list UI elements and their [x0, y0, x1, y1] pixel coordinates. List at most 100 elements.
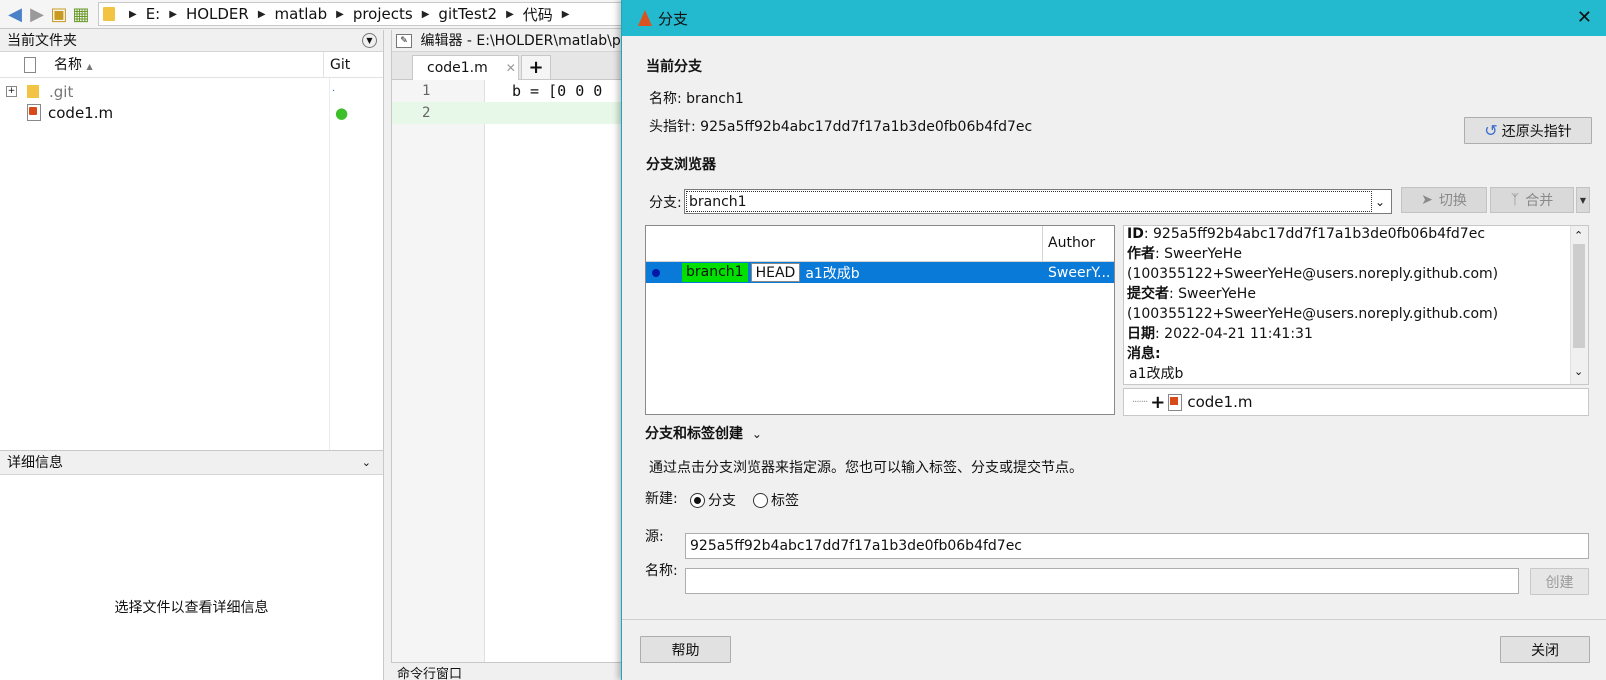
- breadcrumb-item[interactable]: matlab: [275, 5, 328, 23]
- expand-icon[interactable]: +: [6, 86, 17, 97]
- code-area[interactable]: 1 b = [0 0 0 2: [392, 80, 621, 668]
- breadcrumb-item[interactable]: E:: [146, 5, 161, 23]
- info-scrollbar[interactable]: ⌃ ⌄: [1570, 226, 1588, 384]
- editor-title: 编辑器 - E:\HOLDER\matlab\p: [420, 33, 621, 49]
- file-row[interactable]: + .git ·: [0, 81, 383, 102]
- commit-node-icon: [652, 268, 660, 277]
- breadcrumb-item[interactable]: HOLDER: [186, 5, 249, 23]
- code-line[interactable]: 1 b = [0 0 0: [392, 80, 621, 102]
- editor-header: ✎ 编辑器 - E:\HOLDER\matlab\p: [392, 30, 621, 52]
- breadcrumb-item[interactable]: 代码: [523, 4, 553, 25]
- breadcrumb-item[interactable]: projects: [353, 5, 413, 23]
- branch-select[interactable]: branch1 ⌄: [684, 189, 1392, 214]
- create-description: 通过点击分支浏览器来指定源。您也可以输入标签、分支或提交节点。: [649, 460, 1083, 476]
- more-options-button[interactable]: ▼: [1576, 187, 1590, 213]
- branch-browser-header: 分支浏览器: [646, 157, 716, 173]
- line-number: 2: [422, 105, 431, 121]
- commit-message: a1改成b: [805, 265, 860, 282]
- commit-info-pane: ID: 925a5ff92b4abc17dd7f17a1b3de0fb06b4f…: [1123, 225, 1589, 385]
- tree-connector: ·······: [1132, 396, 1148, 408]
- folder-icon: [27, 85, 39, 98]
- chevron-right-icon: ▶: [336, 8, 344, 20]
- commit-committer-label: 提交者: [1127, 286, 1169, 302]
- branch-name-label: 名称:: [649, 91, 682, 107]
- revert-head-button[interactable]: ↺ 还原头指针: [1464, 117, 1592, 144]
- source-input[interactable]: [685, 533, 1589, 559]
- chevron-down-icon[interactable]: ⌄: [1574, 362, 1583, 382]
- edit-icon: ✎: [396, 34, 412, 48]
- details-title: 详细信息: [7, 455, 63, 471]
- head-pointer-value: 925a5ff92b4abc17dd7f17a1b3de0fb06b4fd7ec: [700, 119, 1033, 135]
- radio-unchecked-icon[interactable]: [753, 492, 768, 508]
- dialog-footer-divider: [622, 619, 1606, 620]
- dialog-title: 分支: [658, 9, 689, 28]
- editor-tab-strip: code1.m ✕ +: [392, 52, 621, 80]
- browse-folder-icon[interactable]: ▦: [70, 3, 92, 25]
- add-tab-button[interactable]: +: [521, 55, 551, 80]
- code-text: b = [0 0 0: [512, 82, 603, 100]
- path-breadcrumb[interactable]: ▶ E: ▶ HOLDER ▶ matlab ▶ projects ▶ gitT…: [98, 2, 624, 26]
- close-button[interactable]: 关闭: [1500, 636, 1590, 663]
- column-divider: [1042, 226, 1043, 262]
- radio-checked-icon[interactable]: [690, 492, 705, 508]
- commit-author-row: 作者: SweerYeHe (100355122+SweerYeHe@users…: [1127, 246, 1499, 282]
- chevron-right-icon: ▶: [257, 8, 266, 20]
- help-button[interactable]: 帮助: [640, 636, 731, 663]
- command-window-title[interactable]: 命令行窗口: [391, 662, 621, 680]
- merge-icon: ᛉ: [1510, 192, 1520, 208]
- radio-tag[interactable]: 标签: [753, 490, 799, 510]
- details-header: 详细信息 ⌄: [0, 451, 383, 475]
- chevron-right-icon: ▶: [169, 8, 177, 20]
- commit-author-label: 作者: [1127, 246, 1155, 262]
- column-header-git[interactable]: Git: [330, 57, 350, 73]
- tab-code1[interactable]: code1.m ✕: [412, 55, 519, 80]
- panel-menu-icon[interactable]: ▼: [362, 33, 377, 48]
- radio-branch[interactable]: 分支: [690, 490, 736, 510]
- branch-select-value: branch1: [686, 191, 1372, 212]
- column-divider: [329, 78, 330, 450]
- chevron-right-icon: ▶: [129, 8, 137, 20]
- changed-file-name[interactable]: code1.m: [1187, 393, 1252, 411]
- switch-button[interactable]: ➤ 切换: [1401, 187, 1487, 213]
- commit-date-value: 2022-04-21 11:41:31: [1164, 326, 1313, 342]
- head-pointer-row: 头指针: 925a5ff92b4abc17dd7f17a1b3de0fb06b4…: [649, 116, 1032, 136]
- folder-icon: [103, 7, 115, 21]
- file-name: code1.m: [48, 103, 114, 122]
- merge-button[interactable]: ᛉ 合并: [1490, 187, 1574, 213]
- file-row[interactable]: code1.m ●: [0, 102, 383, 123]
- close-icon[interactable]: ✕: [506, 61, 516, 75]
- branch-select-label: 分支:: [649, 195, 682, 211]
- address-bar: ◀ ▶ ▣ ▦ ▶ E: ▶ HOLDER ▶ matlab ▶ project…: [0, 0, 624, 29]
- current-folder-title: 当前文件夹: [7, 33, 77, 49]
- author-column-header[interactable]: Author: [1048, 235, 1095, 251]
- new-type-label: 新建:: [645, 491, 678, 507]
- breadcrumb-item[interactable]: gitTest2: [438, 5, 497, 23]
- switch-icon: ➤: [1421, 192, 1433, 208]
- commit-list[interactable]: Author branch1 HEAD a1改成b SweerY...: [645, 225, 1115, 415]
- column-header-name[interactable]: 名称 ▲: [54, 51, 324, 78]
- sort-ascending-icon: ▲: [86, 61, 93, 71]
- chevron-down-icon[interactable]: ⌄: [362, 451, 371, 474]
- commit-row[interactable]: branch1 HEAD a1改成b SweerY...: [646, 262, 1114, 283]
- commit-date-row: 日期: 2022-04-21 11:41:31: [1127, 326, 1313, 342]
- name-input[interactable]: [685, 568, 1519, 594]
- details-panel: 详细信息 ⌄ 选择文件以查看详细信息: [0, 450, 384, 680]
- close-icon[interactable]: ✕: [1577, 7, 1592, 28]
- create-section-header[interactable]: 分支和标签创建 ⌄: [645, 423, 762, 443]
- up-folder-icon[interactable]: ▣: [48, 3, 70, 25]
- create-button[interactable]: 创建: [1530, 568, 1589, 595]
- matlab-file-icon: [27, 104, 41, 121]
- code-line[interactable]: 2: [392, 102, 621, 124]
- revert-icon: ↺: [1484, 121, 1498, 140]
- current-folder-panel: 当前文件夹 ▼ 名称 ▲ Git + .git · code1.m ●: [0, 30, 384, 450]
- forward-arrow-icon[interactable]: ▶: [26, 3, 48, 25]
- line-gutter: [392, 80, 485, 668]
- file-name: .git: [49, 82, 74, 101]
- matlab-logo-icon: [638, 10, 652, 26]
- back-arrow-icon[interactable]: ◀: [4, 3, 26, 25]
- head-pointer-label: 头指针:: [649, 119, 696, 135]
- scrollbar-thumb[interactable]: [1573, 244, 1585, 348]
- chevron-up-icon[interactable]: ⌃: [1574, 226, 1583, 246]
- commit-id-label: ID: [1127, 226, 1144, 242]
- chevron-right-icon: ▶: [421, 8, 430, 20]
